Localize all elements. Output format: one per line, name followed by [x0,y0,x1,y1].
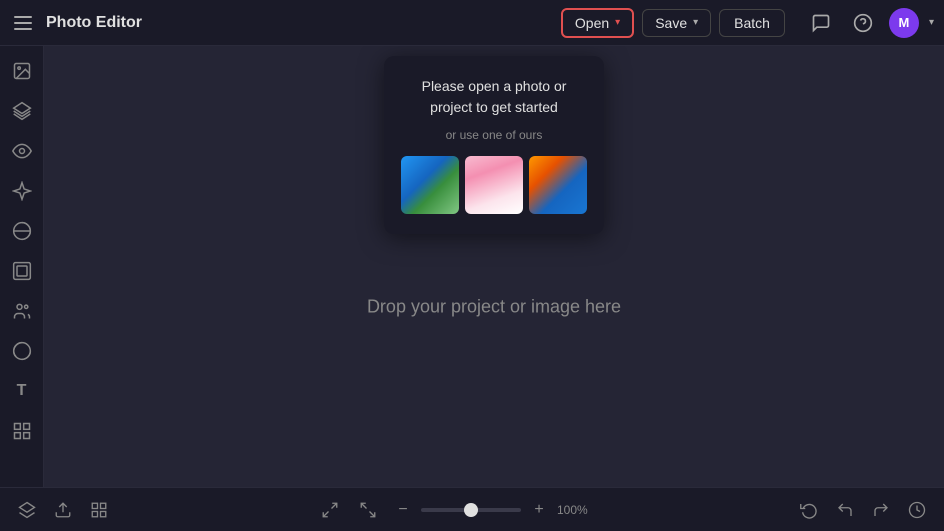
sidebar: T [0,46,44,487]
sidebar-icon-eye[interactable] [5,134,39,168]
zoom-control: − + 100% [391,498,593,522]
app-title: Photo Editor [46,14,142,32]
bottom-left-tools [12,495,114,525]
crop-view-button[interactable] [353,495,383,525]
layers-bottom-button[interactable] [12,495,42,525]
save-chevron-icon: ▾ [693,17,698,28]
avatar-chevron-icon[interactable]: ▾ [929,17,934,28]
sidebar-icon-color[interactable] [5,214,39,248]
popup-title: Please open a photo or project to get st… [408,76,580,118]
undo-button[interactable] [830,495,860,525]
popup-subtitle: or use one of ours [408,128,580,142]
sidebar-icon-layers[interactable] [5,94,39,128]
sidebar-icon-add-image[interactable] [5,54,39,88]
history-button[interactable] [902,495,932,525]
sidebar-icon-effects[interactable] [5,174,39,208]
comment-button[interactable] [805,7,837,39]
header-right: M ▾ [805,7,934,39]
save-button[interactable]: Save ▾ [642,9,711,37]
zoom-plus-button[interactable]: + [527,498,551,522]
main-area: T Please open a photo or project to get … [0,46,944,487]
grid-bottom-button[interactable] [84,495,114,525]
menu-icon[interactable] [10,9,38,37]
bottom-right-tools [794,495,932,525]
sidebar-icon-more[interactable] [5,414,39,448]
open-popup: Please open a photo or project to get st… [384,56,604,234]
sample-image-2[interactable] [465,156,523,214]
avatar[interactable]: M [889,8,919,38]
redo-button[interactable] [866,495,896,525]
zoom-percent: 100% [557,503,593,517]
sidebar-icon-people[interactable] [5,294,39,328]
bottom-toolbar: − + 100% [0,487,944,531]
canvas-area: Please open a photo or project to get st… [44,46,944,487]
save-label: Save [655,15,687,31]
sample-image-1[interactable] [401,156,459,214]
open-label: Open [575,15,609,31]
popup-images [408,156,580,214]
sample-image-3[interactable] [529,156,587,214]
help-button[interactable] [847,7,879,39]
sidebar-icon-text[interactable]: T [5,374,39,408]
sidebar-icon-frames[interactable] [5,254,39,288]
zoom-minus-button[interactable]: − [391,498,415,522]
open-chevron-icon: ▾ [615,17,620,28]
open-button[interactable]: Open ▾ [561,8,634,38]
zoom-slider[interactable] [421,508,521,512]
export-bottom-button[interactable] [48,495,78,525]
batch-label: Batch [734,15,770,31]
sidebar-icon-stickers[interactable] [5,334,39,368]
rotate-left-button[interactable] [794,495,824,525]
bottom-center-tools: − + 100% [118,495,790,525]
drop-text: Drop your project or image here [367,296,621,317]
fit-view-button[interactable] [315,495,345,525]
batch-button[interactable]: Batch [719,9,785,37]
header: Photo Editor Open ▾ Save ▾ Batch M ▾ [0,0,944,46]
